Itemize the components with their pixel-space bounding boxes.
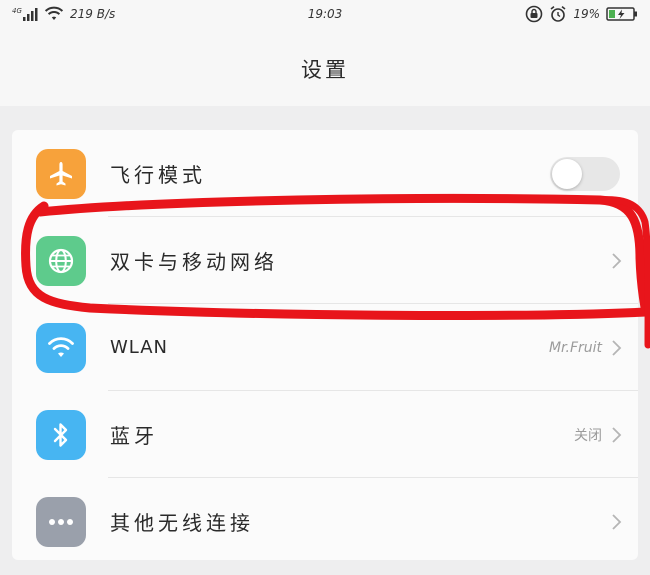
bluetooth-status: 关闭: [574, 427, 602, 444]
bluetooth-icon-tile: [36, 409, 86, 460]
settings-list: 飞行模式 双卡与移动网络 WLAN Mr.Fruit 蓝牙 关闭 其他无线连接: [12, 130, 638, 560]
more-icon-tile: [36, 496, 86, 547]
wifi-icon: [48, 336, 74, 357]
page-title: 设置: [301, 58, 349, 82]
airplane-mode-toggle[interactable]: [550, 156, 620, 191]
settings-item-airplane-mode[interactable]: 飞行模式: [12, 130, 638, 217]
battery-percent: 19%: [573, 7, 600, 21]
wlan-network-name: Mr.Fruit: [548, 339, 602, 356]
lock-rotation-icon: [526, 5, 543, 23]
chevron-right-icon: [612, 252, 622, 269]
status-right: 19%: [525, 5, 638, 23]
settings-item-bluetooth[interactable]: 蓝牙 关闭: [12, 391, 638, 478]
wifi-icon-tile: [36, 322, 86, 373]
settings-item-other-wireless[interactable]: 其他无线连接: [12, 478, 638, 565]
header: 设置: [0, 34, 650, 106]
settings-item-label: 飞行模式: [110, 163, 206, 187]
settings-item-wlan[interactable]: WLAN Mr.Fruit: [12, 304, 638, 391]
chevron-right-icon: [612, 339, 622, 356]
airplane-icon: [50, 161, 72, 185]
globe-icon: [48, 248, 74, 273]
settings-item-label: 其他无线连接: [110, 511, 254, 535]
settings-item-dual-sim-mobile-network[interactable]: 双卡与移动网络: [12, 217, 638, 304]
bluetooth-icon: [53, 422, 68, 447]
chevron-right-icon: [612, 513, 622, 530]
airplane-icon-tile: [36, 148, 86, 199]
settings-item-label: 蓝牙: [110, 424, 158, 448]
toggle-knob: [552, 158, 582, 189]
more-icon: [49, 518, 73, 525]
chevron-right-icon: [612, 426, 622, 443]
settings-item-label: 双卡与移动网络: [110, 250, 278, 274]
alarm-icon: [550, 5, 566, 22]
globe-icon-tile: [36, 235, 86, 286]
battery-charging-icon: [606, 7, 637, 21]
status-bar: 4G 219 B/s 19:03 19%: [0, 0, 650, 34]
settings-item-label: WLAN: [110, 337, 169, 358]
